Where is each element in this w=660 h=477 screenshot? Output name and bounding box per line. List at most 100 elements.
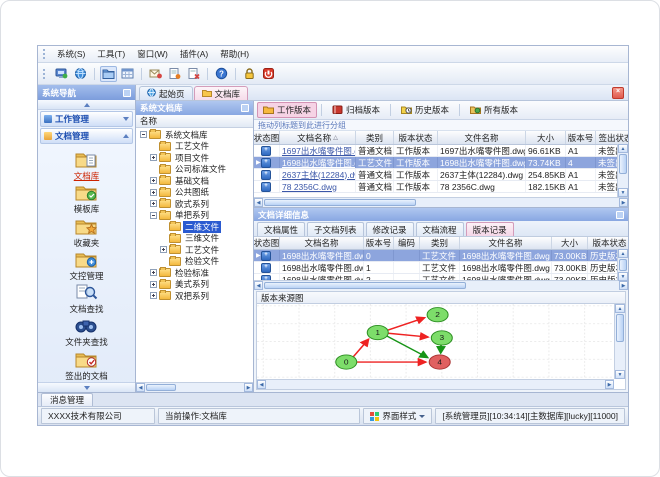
scroll-thumb[interactable] <box>619 154 627 174</box>
sidebar-expand-strip[interactable] <box>38 382 135 392</box>
scroll-thumb[interactable] <box>264 199 416 206</box>
tree-node-工艺文件[interactable]: 工艺文件 <box>136 244 253 256</box>
menu-item-5[interactable]: 帮助(H) <box>214 47 255 61</box>
message-manager-tab[interactable]: 消息管理 <box>41 393 94 406</box>
column-header-状态图[interactable]: 状态图 <box>254 131 280 144</box>
column-header-文件名称[interactable]: 文件名称 <box>460 237 552 249</box>
version-button-工作版本[interactable]: 工作版本 <box>257 102 318 118</box>
tree-node-欧式系列[interactable]: 欧式系列 <box>136 198 253 210</box>
table-row[interactable]: ▶+1698出水嘴零件图.dwg工艺文件工作版本1698出水嘴零件图.dwg73… <box>254 157 628 169</box>
tab-起始页[interactable]: 起始页 <box>139 86 193 100</box>
expand-icon[interactable] <box>150 188 157 196</box>
scroll-right-icon[interactable]: ▶ <box>619 281 628 290</box>
version-button-所有版本[interactable]: 所有版本 <box>464 102 524 118</box>
column-header-类别[interactable]: 类别 <box>420 237 460 249</box>
table-vertical-scrollbar[interactable]: ▲ ▼ <box>617 144 628 197</box>
graph-node-2[interactable]: 2 <box>426 307 449 323</box>
sidebar-group-1[interactable]: 工作管理 <box>40 111 133 127</box>
column-header-文档名称[interactable]: 文档名称 △ <box>280 131 356 144</box>
sidebar-item-文档查找[interactable]: 文档查找 <box>69 282 104 315</box>
mail-icon[interactable] <box>147 66 164 82</box>
graph-horizontal-scrollbar[interactable]: ◀ ▶ <box>257 379 614 389</box>
tree-node-系统文档库[interactable]: 系统文档库 <box>136 129 253 141</box>
scroll-left-icon[interactable]: ◀ <box>136 383 145 392</box>
scroll-thumb[interactable] <box>619 259 627 271</box>
scroll-up-icon[interactable]: ▲ <box>615 304 625 313</box>
tree-node-双把系列[interactable]: 双把系列 <box>136 290 253 302</box>
graph-node-4[interactable]: 4 <box>428 354 451 370</box>
tree-node-美式系列[interactable]: 美式系列 <box>136 278 253 291</box>
tree-horizontal-scrollbar[interactable]: ◀ ▶ <box>136 382 253 392</box>
sidebar-item-模板库[interactable]: 模板库 <box>74 182 99 215</box>
tree-node-基础文档[interactable]: 基础文档 <box>136 175 253 187</box>
report-icon[interactable] <box>166 66 183 82</box>
scroll-down-icon[interactable]: ▼ <box>618 188 628 197</box>
column-header-签出状态[interactable]: 签出状态 <box>596 131 628 144</box>
sidebar-item-文件夹查找[interactable]: 文件夹查找 <box>65 315 108 348</box>
column-header-大小[interactable]: 大小 <box>552 237 588 249</box>
scroll-up-icon[interactable]: ▲ <box>618 144 628 153</box>
scroll-up-icon[interactable]: ▲ <box>618 249 628 258</box>
column-header-编码[interactable]: 编码 <box>394 237 420 249</box>
sidebar-item-文档库[interactable]: 文档库 <box>74 149 99 182</box>
detail-tab-修改记录[interactable]: 修改记录 <box>365 222 414 236</box>
expand-icon[interactable] <box>160 246 167 254</box>
collapse-icon[interactable] <box>150 211 157 219</box>
version-button-历史版本[interactable]: 历史版本 <box>395 102 455 118</box>
globe-icon[interactable] <box>72 66 89 82</box>
sidebar-item-收藏夹[interactable]: 收藏夹 <box>74 216 99 249</box>
column-header-大小[interactable]: 大小 <box>526 131 566 144</box>
graph-node-3[interactable]: 3 <box>430 330 453 346</box>
expand-icon[interactable] <box>150 269 157 277</box>
scroll-right-icon[interactable]: ▶ <box>619 198 628 207</box>
table-row[interactable]: ▶ +1698出水嘴零件图.dwg 0 工艺文件 1698出水嘴零件图.dwg 73.00… <box>254 250 628 262</box>
table-row[interactable]: +1697出水嘴零件图.dwg普通文档工作版本1697出水嘴零件图.dwg96.… <box>254 145 628 157</box>
menu-grip[interactable] <box>43 49 48 59</box>
tree-column-header[interactable]: 名称 <box>136 115 253 128</box>
detail-tab-子文档列表[interactable]: 子文档列表 <box>307 222 364 236</box>
scroll-left-icon[interactable]: ◀ <box>254 198 263 207</box>
column-header-文档名称[interactable]: 文档名称 <box>280 237 364 249</box>
table-row[interactable]: +2637主体(12284).dwg普通文档工作版本2637主体(12284).… <box>254 169 628 181</box>
column-header-版本状态[interactable]: 版本状态 <box>394 131 438 144</box>
toolbar-grip[interactable] <box>43 68 48 79</box>
pin-icon[interactable] <box>123 88 131 97</box>
ui-style-selector[interactable]: 界面样式 <box>363 408 433 424</box>
expand-icon[interactable] <box>150 154 157 162</box>
exit-icon[interactable] <box>260 66 277 82</box>
tree-node-单把系列[interactable]: 单把系列 <box>136 209 253 222</box>
column-header-文件名称[interactable]: 文件名称 <box>438 131 526 144</box>
column-header-版本号[interactable]: 版本号 <box>364 237 394 249</box>
sidebar-group-2[interactable]: 文档管理 <box>40 128 133 144</box>
column-header-版本状态[interactable]: 版本状态 <box>588 237 628 249</box>
column-header-版本号[interactable]: 版本号 <box>566 131 596 144</box>
tree-node-公司标准文件[interactable]: 公司标准文件 <box>136 163 253 176</box>
detail-tab-文档流程[interactable]: 文档流程 <box>415 222 464 236</box>
sidebar-item-文控管理[interactable]: 文控管理 <box>69 249 104 282</box>
graph-node-1[interactable]: 1 <box>366 324 389 341</box>
menu-item-1[interactable]: 系统(S) <box>51 47 91 61</box>
detail-tab-文档属性[interactable]: 文档属性 <box>257 222 306 236</box>
table-vertical-scrollbar[interactable]: ▲ ▼ <box>617 249 628 281</box>
scroll-thumb[interactable] <box>616 314 624 342</box>
expand-icon[interactable] <box>150 280 157 288</box>
scroll-thumb[interactable] <box>146 384 176 391</box>
collapse-icon[interactable] <box>140 131 147 139</box>
expand-icon[interactable] <box>150 177 157 185</box>
monitor-icon[interactable] <box>53 66 70 82</box>
sidebar-item-签出的文档[interactable]: 签出的文档 <box>65 349 108 382</box>
help-icon[interactable]: ? <box>213 66 230 82</box>
graph-node-0[interactable]: 0 <box>335 354 358 370</box>
column-header-类别[interactable]: 类别 <box>356 131 394 144</box>
pin-icon[interactable] <box>241 104 249 112</box>
table-horizontal-scrollbar[interactable]: ◀ ▶ <box>254 280 628 290</box>
schedule-icon[interactable] <box>119 66 136 82</box>
version-button-归档版本[interactable]: 归档版本 <box>326 102 386 118</box>
pin-icon[interactable] <box>616 210 624 219</box>
tab-文档库[interactable]: 文档库 <box>193 86 249 100</box>
lock-icon[interactable] <box>241 66 258 82</box>
scroll-down-icon[interactable]: ▼ <box>615 370 625 379</box>
menu-item-2[interactable]: 工具(T) <box>91 47 131 61</box>
scroll-down-icon[interactable]: ▼ <box>618 272 628 281</box>
graph-vertical-scrollbar[interactable]: ▲ ▼ <box>614 304 625 379</box>
